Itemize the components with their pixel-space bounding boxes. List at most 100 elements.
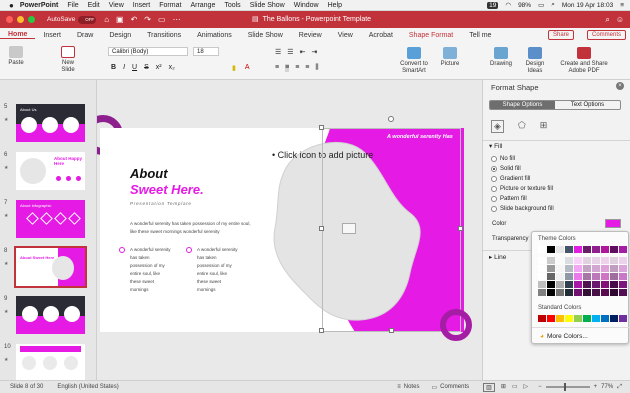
- radio-no-fill[interactable]: No fill: [491, 156, 515, 162]
- theme-color-swatch[interactable]: [583, 265, 591, 272]
- more-icon[interactable]: ⋯: [173, 15, 181, 24]
- theme-color-swatch[interactable]: [583, 273, 591, 280]
- theme-color-swatch[interactable]: [574, 289, 582, 296]
- align-left-icon[interactable]: ≡: [275, 64, 279, 72]
- theme-color-swatch[interactable]: [592, 246, 600, 253]
- radio-background-fill[interactable]: Slide background fill: [491, 206, 554, 212]
- theme-color-swatch[interactable]: [619, 257, 627, 264]
- column-text-2[interactable]: A wonderful serenity has taken possessio…: [197, 246, 239, 294]
- theme-color-swatch[interactable]: [574, 281, 582, 288]
- align-right-icon[interactable]: ≡: [295, 64, 299, 72]
- theme-color-swatch[interactable]: [610, 265, 618, 272]
- theme-color-swatch[interactable]: [556, 257, 564, 264]
- picture-button[interactable]: Picture: [437, 47, 463, 68]
- more-colors-button[interactable]: ◕ More Colors...: [540, 333, 588, 340]
- menu-edit[interactable]: Edit: [88, 2, 100, 9]
- standard-color-swatch[interactable]: [619, 315, 627, 322]
- theme-color-swatch[interactable]: [592, 265, 600, 272]
- convert-smartart-button[interactable]: Convert to SmartArt: [394, 47, 434, 75]
- radio-gradient-fill[interactable]: Gradient fill: [491, 176, 530, 182]
- column-text-1[interactable]: A wonderful serenity has taken possessio…: [130, 246, 172, 294]
- thumbnail-slide-7[interactable]: About Infographic: [16, 200, 85, 238]
- close-window-button[interactable]: [6, 16, 13, 23]
- menu-help[interactable]: Help: [328, 2, 342, 9]
- font-color-icon[interactable]: A: [245, 64, 250, 72]
- menubar-clock[interactable]: Mon 19 Apr 18:03: [562, 2, 613, 9]
- underline-button[interactable]: U: [132, 64, 137, 71]
- theme-color-swatch[interactable]: [574, 273, 582, 280]
- theme-color-swatch[interactable]: [565, 289, 573, 296]
- standard-color-swatch[interactable]: [556, 315, 564, 322]
- standard-color-swatch[interactable]: [547, 315, 555, 322]
- theme-color-swatch[interactable]: [619, 273, 627, 280]
- autosave-toggle[interactable]: AutoSave OFF: [47, 15, 97, 24]
- theme-color-swatch[interactable]: [610, 246, 618, 253]
- menu-tools[interactable]: Tools: [224, 2, 240, 9]
- theme-color-swatch[interactable]: [538, 257, 546, 264]
- size-properties-icon[interactable]: ⊞: [540, 120, 548, 133]
- tab-slideshow[interactable]: Slide Show: [240, 32, 291, 39]
- theme-color-swatch[interactable]: [583, 281, 591, 288]
- outdent-icon[interactable]: ⇥: [311, 48, 317, 56]
- menu-format[interactable]: Format: [159, 2, 181, 9]
- columns-icon[interactable]: ⫼: [315, 64, 318, 72]
- comments-status-button[interactable]: ▭ Comments: [431, 384, 469, 391]
- theme-color-swatch[interactable]: [547, 289, 555, 296]
- font-name-select[interactable]: Calibri (Body): [108, 47, 188, 56]
- theme-color-swatch[interactable]: [583, 289, 591, 296]
- resize-handle[interactable]: [319, 226, 324, 231]
- theme-color-swatch[interactable]: [592, 281, 600, 288]
- theme-color-swatch[interactable]: [556, 265, 564, 272]
- theme-color-swatch[interactable]: [601, 281, 609, 288]
- theme-color-swatch[interactable]: [556, 289, 564, 296]
- search-icon[interactable]: ⌕: [605, 15, 609, 25]
- tab-review[interactable]: Review: [291, 32, 330, 39]
- slide-paragraph[interactable]: A wonderful serenity has taken possessio…: [130, 220, 255, 236]
- zoom-window-button[interactable]: [28, 16, 35, 23]
- zoom-level[interactable]: 77%: [601, 384, 613, 390]
- fill-line-icon[interactable]: ◈: [491, 120, 504, 133]
- align-center-icon[interactable]: ≡: [285, 64, 290, 72]
- standard-color-swatch[interactable]: [610, 315, 618, 322]
- theme-color-swatch[interactable]: [574, 257, 582, 264]
- language-status[interactable]: English (United States): [57, 384, 118, 390]
- theme-color-swatch[interactable]: [619, 289, 627, 296]
- radio-picture-fill[interactable]: Picture or texture fill: [491, 186, 553, 192]
- theme-color-swatch[interactable]: [538, 265, 546, 272]
- autosave-switch[interactable]: OFF: [78, 15, 97, 24]
- share-button[interactable]: Share: [547, 30, 574, 40]
- notes-button[interactable]: ≡ Notes: [397, 384, 419, 390]
- theme-color-swatch[interactable]: [538, 289, 546, 296]
- resize-handle[interactable]: [389, 328, 394, 333]
- normal-view-icon[interactable]: ▥: [483, 382, 495, 392]
- menu-window[interactable]: Window: [294, 2, 319, 9]
- slide[interactable]: A wonderful serenity Has • Click icon to…: [100, 116, 464, 333]
- menu-list-icon[interactable]: ≡: [620, 2, 624, 9]
- menu-slideshow[interactable]: Slide Show: [250, 2, 285, 9]
- sorter-view-icon[interactable]: ⊞: [501, 383, 506, 392]
- theme-color-swatch[interactable]: [619, 265, 627, 272]
- menu-file[interactable]: File: [67, 2, 78, 9]
- theme-color-swatch[interactable]: [538, 246, 546, 253]
- theme-color-swatch[interactable]: [556, 281, 564, 288]
- color-picker-button[interactable]: [605, 219, 621, 228]
- theme-color-swatch[interactable]: [619, 246, 627, 253]
- radio-pattern-fill[interactable]: Pattern fill: [491, 196, 527, 202]
- standard-color-swatch[interactable]: [574, 315, 582, 322]
- theme-color-swatch[interactable]: [565, 246, 573, 253]
- fill-section[interactable]: ▾ Fill: [489, 142, 502, 150]
- theme-color-swatch[interactable]: [601, 246, 609, 253]
- theme-color-swatch[interactable]: [601, 265, 609, 272]
- theme-color-swatch[interactable]: [565, 265, 573, 272]
- indent-icon[interactable]: ⇤: [300, 48, 306, 56]
- tab-tell-me[interactable]: Tell me: [461, 32, 499, 39]
- theme-color-swatch[interactable]: [547, 265, 555, 272]
- design-ideas-button[interactable]: Design Ideas: [522, 47, 548, 75]
- standard-color-swatch[interactable]: [583, 315, 591, 322]
- battery-level[interactable]: 98%: [518, 2, 531, 9]
- slide-subtitle[interactable]: Presentation Template: [130, 201, 192, 206]
- standard-color-swatch[interactable]: [601, 315, 609, 322]
- reading-view-icon[interactable]: ▭: [512, 383, 518, 392]
- theme-color-swatch[interactable]: [610, 257, 618, 264]
- tab-home[interactable]: Home: [0, 31, 36, 39]
